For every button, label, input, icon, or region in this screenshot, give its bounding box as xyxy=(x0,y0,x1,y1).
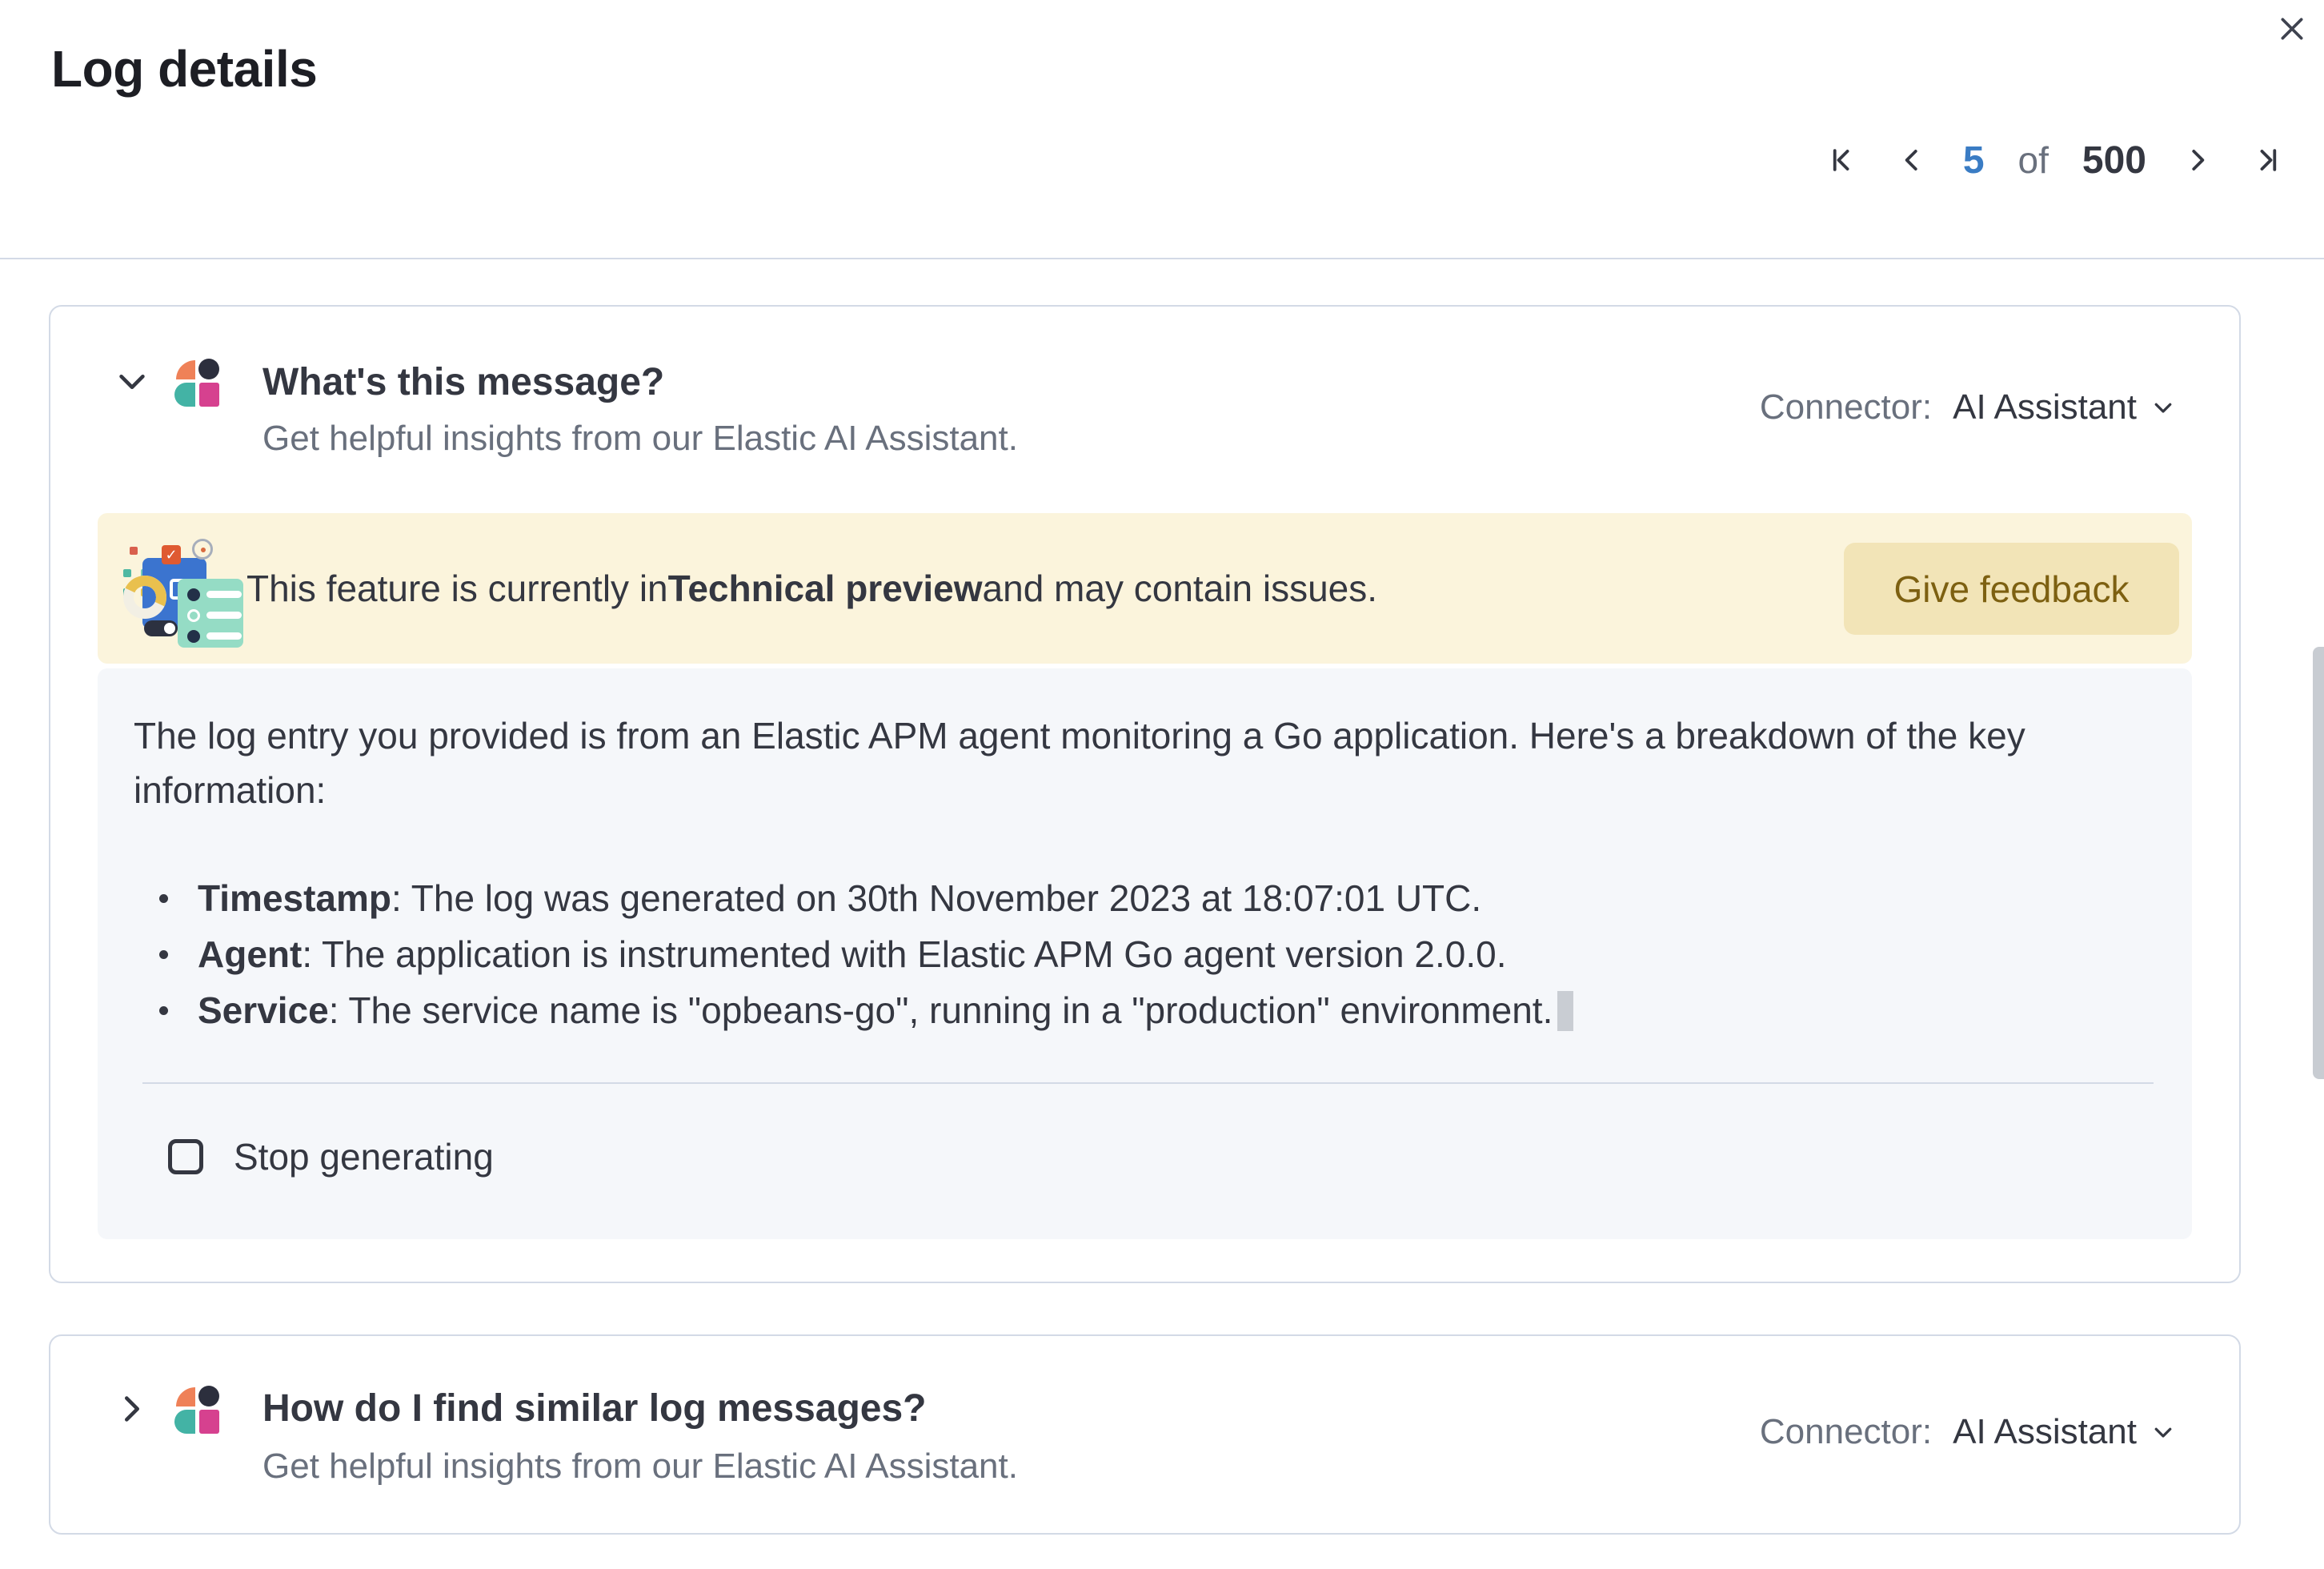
illustration-shape xyxy=(187,630,200,643)
card-subtitle: Get helpful insights from our Elastic AI… xyxy=(262,1446,1018,1487)
logo-quadrant xyxy=(198,359,219,379)
answer-bullet-list: Timestamp: The log was generated on 30th… xyxy=(134,870,1573,1038)
elastic-ai-assistant-icon xyxy=(174,359,219,407)
give-feedback-button[interactable]: Give feedback xyxy=(1844,543,2179,635)
bullet-term: Service xyxy=(198,989,329,1031)
answer-intro: The log entry you provided is from an El… xyxy=(134,708,2086,817)
illustration-shape xyxy=(123,569,131,577)
last-page-icon xyxy=(2251,145,2282,175)
illustration-shape xyxy=(187,609,200,622)
illustration-shape: ✓ xyxy=(162,545,181,564)
illustration-shape xyxy=(178,579,243,648)
bullet-text: : The service name is "opbeans-go", runn… xyxy=(329,989,1553,1031)
pagination: 5 of 500 xyxy=(1825,134,2284,186)
stop-icon xyxy=(168,1139,203,1174)
collapse-accordion-button[interactable] xyxy=(113,363,151,401)
connector-value: AI Assistant xyxy=(1953,387,2137,427)
bullet-text: : The application is instrumented with E… xyxy=(302,933,1506,975)
stop-generating-button[interactable]: Stop generating xyxy=(168,1134,494,1179)
logo-quadrant xyxy=(174,1410,195,1434)
illustration-shape xyxy=(206,612,242,619)
illustration-shape xyxy=(206,632,242,640)
insight-card-similar-log-messages: How do I find similar log messages? Get … xyxy=(49,1334,2241,1535)
last-page-button[interactable] xyxy=(2249,142,2284,178)
logo-quadrant xyxy=(199,383,219,407)
connector-selector[interactable]: Connector: AI Assistant xyxy=(1760,1412,2175,1452)
elastic-ai-assistant-icon xyxy=(174,1386,219,1434)
banner-text-segment: This feature is currently in xyxy=(246,567,668,610)
banner-text-segment: and may contain issues. xyxy=(983,567,1378,610)
technical-preview-banner: ✓ This feature is currently in Technical… xyxy=(98,513,2192,664)
connector-value: AI Assistant xyxy=(1953,1412,2137,1452)
logo-quadrant xyxy=(176,1387,195,1406)
total-pages: 500 xyxy=(2082,138,2146,183)
bullet-text: : The log was generated on 30th November… xyxy=(391,877,1481,919)
chevron-down-icon xyxy=(2151,1420,2175,1444)
first-page-icon xyxy=(1828,145,1858,175)
close-icon xyxy=(2276,13,2308,45)
banner-text-bold: Technical preview xyxy=(668,567,983,610)
page-title: Log details xyxy=(51,38,317,99)
chevron-down-icon xyxy=(114,363,150,400)
connector-label: Connector: xyxy=(1760,1412,1932,1452)
first-page-button[interactable] xyxy=(1825,142,1861,178)
log-details-flyout: Log details 5 of 500 xyxy=(0,0,2324,1569)
logo-quadrant xyxy=(176,360,195,379)
illustration-shape xyxy=(130,547,138,555)
current-page-number: 5 xyxy=(1963,138,1985,183)
card-title: What's this message? xyxy=(262,359,664,406)
answer-divider xyxy=(142,1082,2154,1084)
generation-cursor xyxy=(1557,991,1573,1031)
chevron-right-icon xyxy=(2182,145,2213,175)
list-item: Timestamp: The log was generated on 30th… xyxy=(134,870,1573,926)
insight-card-whats-this-message: What's this message? Get helpful insight… xyxy=(49,305,2241,1283)
bullet-term: Timestamp xyxy=(198,877,391,919)
header-divider xyxy=(0,258,2324,259)
chevron-right-icon xyxy=(114,1390,150,1427)
logo-quadrant xyxy=(198,1386,219,1406)
next-page-button[interactable] xyxy=(2180,142,2215,178)
expand-accordion-button[interactable] xyxy=(113,1390,151,1428)
illustration-shape xyxy=(144,620,178,636)
technical-preview-text: This feature is currently in Technical p… xyxy=(246,513,1377,664)
technical-preview-illustration: ✓ xyxy=(123,542,243,636)
chevron-down-icon xyxy=(2151,395,2175,419)
list-item: Service: The service name is "opbeans-go… xyxy=(134,982,1573,1038)
list-item: Agent: The application is instrumented w… xyxy=(134,926,1573,982)
pagination-of-label: of xyxy=(2018,138,2049,182)
card-title: How do I find similar log messages? xyxy=(262,1386,927,1432)
illustration-shape xyxy=(187,588,200,601)
bullet-term: Agent xyxy=(198,933,302,975)
logo-quadrant xyxy=(199,1410,219,1434)
previous-page-button[interactable] xyxy=(1894,142,1929,178)
scrollbar-thumb[interactable] xyxy=(2313,647,2324,1079)
stop-generating-label: Stop generating xyxy=(234,1135,494,1178)
card-subtitle: Get helpful insights from our Elastic AI… xyxy=(262,418,1018,459)
logo-quadrant xyxy=(174,383,195,407)
connector-selector[interactable]: Connector: AI Assistant xyxy=(1760,387,2175,427)
close-button[interactable] xyxy=(2270,6,2314,51)
connector-label: Connector: xyxy=(1760,387,1932,427)
ai-answer-panel: The log entry you provided is from an El… xyxy=(98,668,2192,1239)
illustration-shape xyxy=(206,591,242,598)
illustration-shape xyxy=(192,539,213,560)
chevron-left-icon xyxy=(1897,145,1927,175)
